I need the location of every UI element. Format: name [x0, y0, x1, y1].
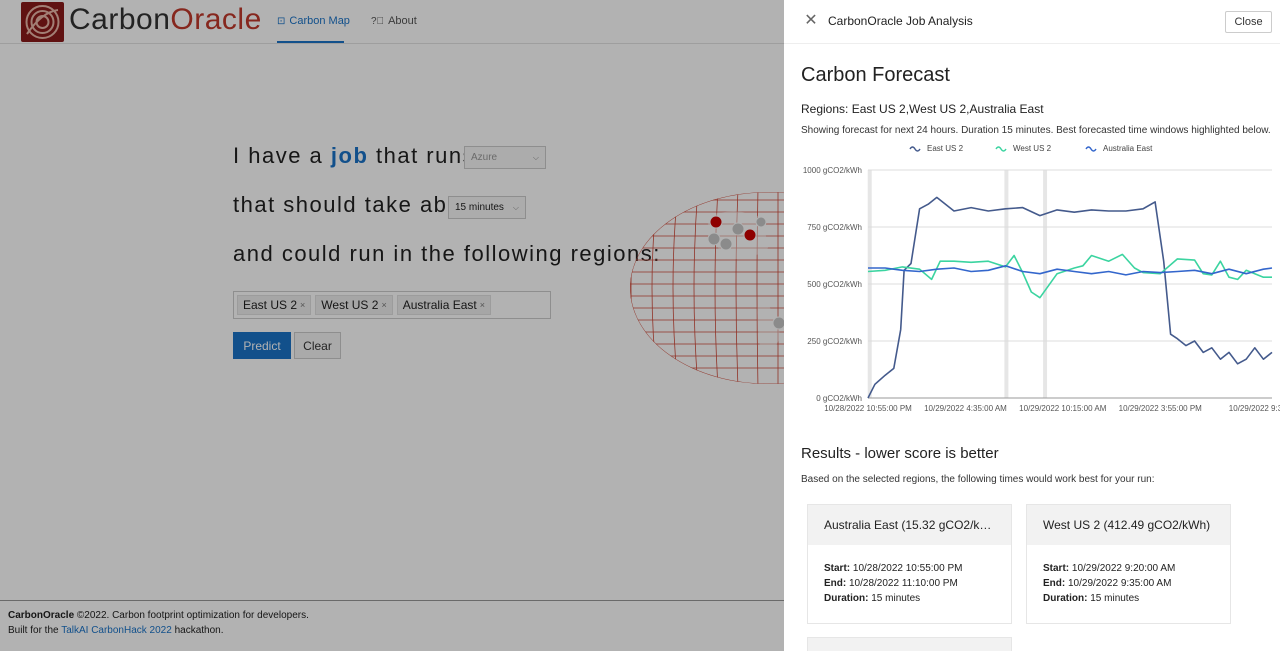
close-icon[interactable]: ✕: [804, 12, 818, 30]
x-tick-label: 10/29/2022 10:15:00 AM: [1019, 404, 1107, 413]
y-tick-label: 250 gCO2/kWh: [807, 337, 862, 346]
close-button[interactable]: Close: [1225, 11, 1272, 33]
legend-label: East US 2: [927, 144, 964, 153]
drawer-title: CarbonOracle Job Analysis: [828, 14, 973, 28]
drawer-header: ✕ CarbonOracle Job Analysis Close: [784, 0, 1280, 44]
regions-summary: Regions: East US 2,West US 2,Australia E…: [801, 102, 1044, 116]
results-heading: Results - lower score is better: [801, 445, 999, 462]
x-tick-label: 10/29/2022 9:35: [1229, 404, 1280, 413]
result-card[interactable]: [807, 637, 1012, 651]
end-value: 10/29/2022 9:35:00 AM: [1068, 578, 1172, 589]
result-card-body: Start: 10/28/2022 10:55:00 PM End: 10/28…: [808, 545, 1011, 623]
result-card-title: Australia East (15.32 gCO2/kW...: [808, 505, 1011, 545]
series-line-australia-east: [868, 265, 1273, 276]
legend-label: Australia East: [1103, 144, 1153, 153]
duration-value: 15 minutes: [1090, 593, 1140, 604]
end-value: 10/28/2022 11:10:00 PM: [849, 578, 958, 589]
end-label: End:: [824, 578, 847, 589]
duration-value: 15 minutes: [871, 593, 921, 604]
forecast-heading: Carbon Forecast: [801, 64, 950, 86]
legend-marker: [909, 146, 921, 152]
carbon-forecast-chart[interactable]: 0 gCO2/kWh 250 gCO2/kWh 500 gCO2/kWh 750 gC…: [784, 138, 1280, 418]
start-label: Start:: [824, 563, 851, 574]
series-line-west-us-2: [867, 253, 1272, 299]
end-label: End:: [1043, 578, 1066, 589]
y-tick-label: 0 gCO2/kWh: [816, 394, 862, 403]
result-card-body: Start: 10/29/2022 9:20:00 AM End: 10/29/…: [1027, 545, 1230, 623]
legend-marker: [1085, 146, 1097, 152]
result-card-title: [808, 638, 1011, 651]
x-tick-label: 10/29/2022 3:55:00 PM: [1119, 404, 1203, 413]
duration-label: Duration:: [1043, 593, 1088, 604]
result-card[interactable]: West US 2 (412.49 gCO2/kWh) Start: 10/29…: [1026, 504, 1231, 624]
forecast-description: Showing forecast for next 24 hours. Dura…: [801, 125, 1271, 136]
start-value: 10/28/2022 10:55:00 PM: [852, 563, 963, 574]
result-card[interactable]: Australia East (15.32 gCO2/kW... Start: …: [807, 504, 1012, 624]
start-label: Start:: [1043, 563, 1070, 574]
job-analysis-drawer: ✕ CarbonOracle Job Analysis Close Carbon…: [784, 0, 1280, 651]
y-tick-label: 750 gCO2/kWh: [807, 223, 862, 232]
legend-label: West US 2: [1013, 144, 1052, 153]
y-tick-label: 1000 gCO2/kWh: [803, 166, 862, 175]
y-tick-label: 500 gCO2/kWh: [807, 280, 862, 289]
start-value: 10/29/2022 9:20:00 AM: [1071, 563, 1176, 574]
x-tick-label: 10/29/2022 4:35:00 AM: [924, 404, 1007, 413]
x-tick-label: 10/28/2022 10:55:00 PM: [824, 404, 912, 413]
result-card-title: West US 2 (412.49 gCO2/kWh): [1027, 505, 1230, 545]
duration-label: Duration:: [824, 593, 869, 604]
legend-marker: [995, 146, 1007, 152]
results-description: Based on the selected regions, the follo…: [801, 474, 1155, 485]
